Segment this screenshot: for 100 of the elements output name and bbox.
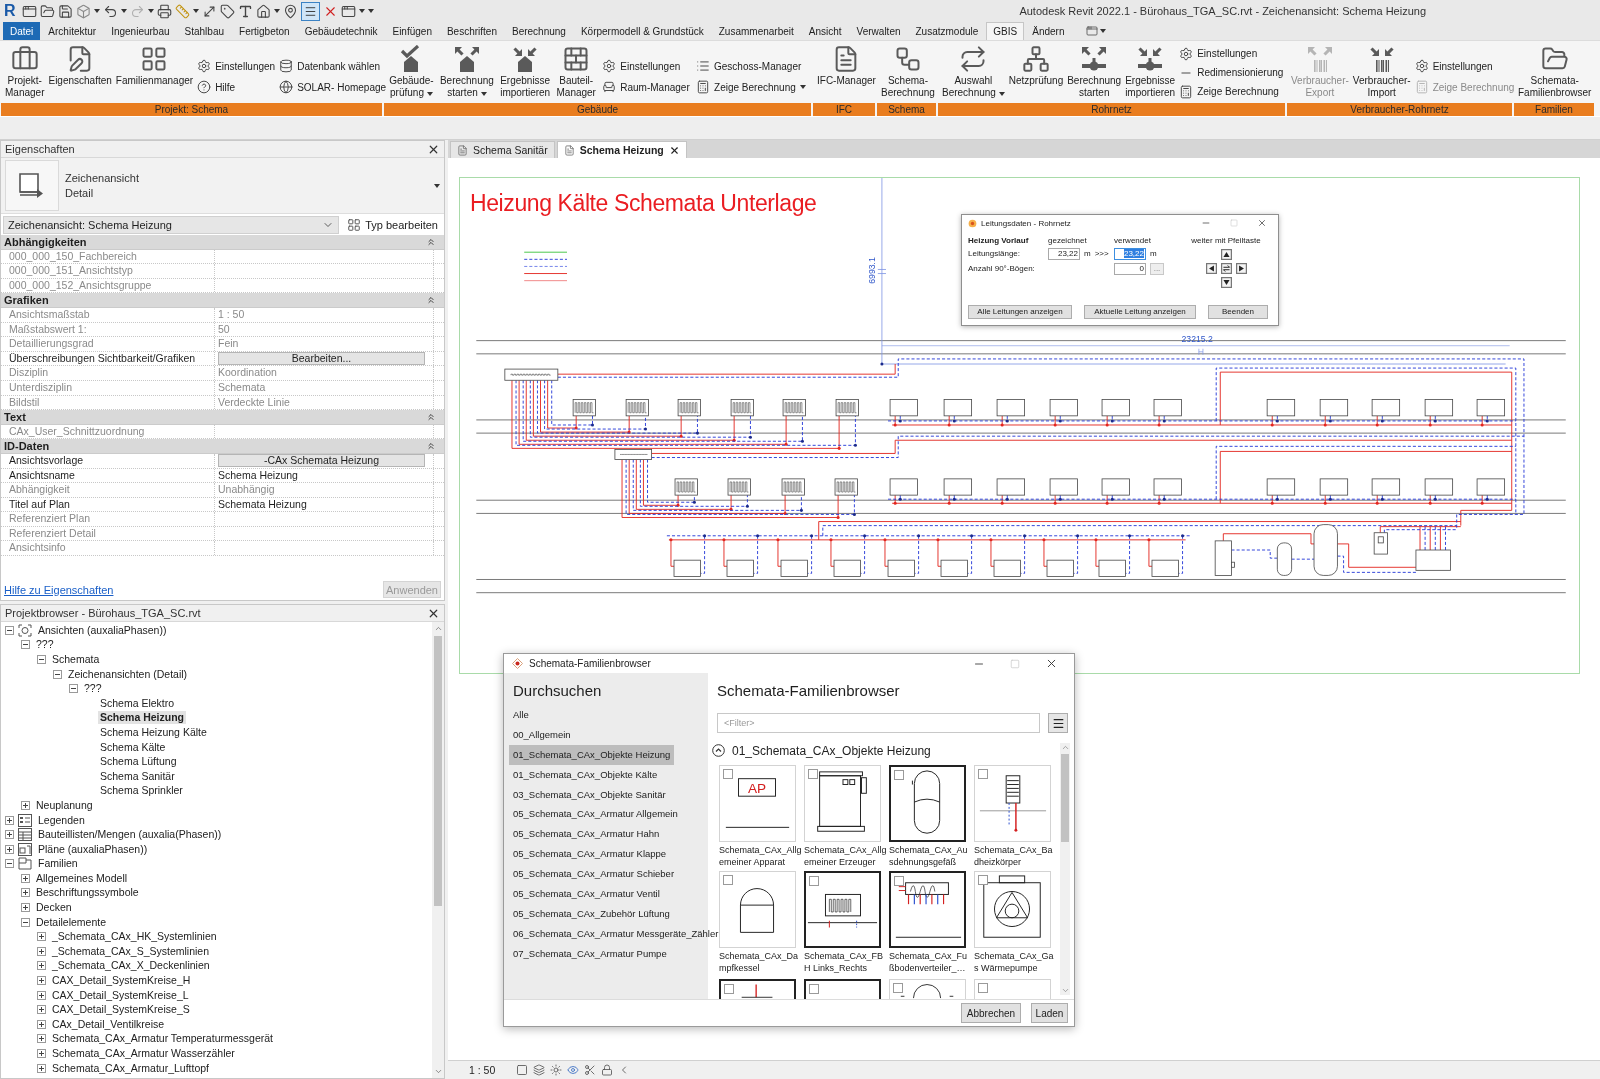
list-view-button[interactable] bbox=[1048, 713, 1068, 733]
tag-icon[interactable] bbox=[219, 3, 235, 19]
expand-toggle-icon[interactable] bbox=[37, 961, 46, 971]
undo-icon[interactable] bbox=[102, 3, 118, 19]
sun-icon[interactable] bbox=[550, 1064, 563, 1076]
save-icon[interactable] bbox=[57, 3, 73, 19]
drawing-canvas[interactable] bbox=[448, 158, 1600, 1060]
scissors-icon[interactable] bbox=[584, 1064, 597, 1076]
collapse-toggle-icon[interactable] bbox=[37, 655, 46, 664]
ribbon-button[interactable]: Ergebnisse importieren bbox=[1123, 43, 1178, 99]
text-icon[interactable] bbox=[237, 3, 253, 19]
category-item[interactable]: 01_Schemata_CAx_Objekte Kälte bbox=[509, 764, 662, 785]
up-arrow-icon[interactable] bbox=[1220, 249, 1232, 260]
family-tile[interactable] bbox=[889, 764, 966, 842]
tree-item[interactable]: CAX_Detail_SystemKreise_L bbox=[50, 988, 191, 1002]
app-logo[interactable]: R bbox=[4, 2, 16, 20]
collapse-icon[interactable] bbox=[426, 295, 436, 306]
ribbon-button[interactable]: Einstellungen bbox=[1412, 57, 1517, 75]
window-icon[interactable] bbox=[340, 3, 356, 19]
expand-toggle-icon[interactable] bbox=[37, 932, 46, 942]
ribbon-button[interactable]: Zeige Berechnung bbox=[1177, 83, 1286, 100]
tree-item[interactable]: Legenden bbox=[36, 813, 87, 827]
ribbon-button[interactable]: Netzprüfung bbox=[1006, 43, 1066, 87]
ribbon-tab[interactable]: Berechnung bbox=[505, 22, 573, 40]
caret-icon[interactable] bbox=[358, 9, 365, 13]
open-icon[interactable] bbox=[39, 3, 55, 19]
eye-icon[interactable] bbox=[567, 1064, 580, 1076]
right-arrow-icon[interactable] bbox=[1235, 263, 1247, 274]
group-header[interactable]: Text bbox=[1, 410, 444, 425]
view-tab[interactable]: Schema Sanitär bbox=[450, 141, 555, 158]
dialog-button[interactable]: Aktuelle Leitung anzeigen bbox=[1084, 305, 1196, 319]
category-item[interactable]: 01_Schemata_CAx_Objekte Heizung bbox=[509, 744, 675, 765]
ribbon-tab[interactable]: Einfügen bbox=[385, 22, 439, 40]
family-tile[interactable] bbox=[889, 870, 966, 948]
tree-item[interactable]: Schema Elektro bbox=[98, 696, 177, 710]
browse-button[interactable]: ... bbox=[1150, 262, 1164, 275]
expand-toggle-icon[interactable] bbox=[37, 1063, 46, 1073]
layers-icon[interactable] bbox=[533, 1064, 546, 1076]
tree-item[interactable]: _Schemata_CAx_HK_Systemlinien bbox=[50, 930, 219, 944]
caret-icon[interactable] bbox=[147, 9, 154, 13]
tree-item[interactable]: Schema Sprinkler bbox=[98, 784, 185, 798]
tree-item[interactable]: Beschriftungssymbole bbox=[34, 886, 141, 900]
ribbon-tab[interactable]: Zusatzmodule bbox=[908, 22, 986, 40]
checkbox-icon[interactable] bbox=[809, 983, 819, 994]
type-selector[interactable]: Zeichenansicht Detail bbox=[1, 158, 444, 214]
ribbon-button[interactable]: Raum-Manager bbox=[600, 78, 692, 96]
tree-item[interactable]: Familien bbox=[36, 857, 80, 871]
barcode-arrows-in-icon[interactable] bbox=[1367, 45, 1396, 73]
tree-item[interactable]: Allgemeines Modell bbox=[34, 871, 130, 885]
tree-item[interactable]: ??? bbox=[34, 638, 56, 652]
checkbox-icon[interactable] bbox=[723, 768, 733, 779]
ribbon-button[interactable]: Berechnung starten bbox=[1065, 43, 1124, 99]
settings-icon[interactable] bbox=[1414, 59, 1429, 73]
property-value[interactable]: Schemata bbox=[215, 380, 434, 395]
ribbon-button[interactable]: Eigenschaften bbox=[46, 43, 114, 87]
tree-item[interactable]: Schema Heizung Kälte bbox=[98, 725, 209, 739]
ribbon-tab[interactable]: Zusammenarbeit bbox=[711, 22, 801, 40]
collapse-toggle-icon[interactable] bbox=[5, 859, 14, 869]
category-item[interactable]: 06_Schemata_CAx_Armatur Messgeräte_Zähler bbox=[509, 923, 723, 944]
property-value[interactable]: Koordination bbox=[215, 366, 434, 380]
help-icon[interactable] bbox=[197, 80, 212, 94]
collapse-toggle-icon[interactable] bbox=[21, 917, 30, 927]
family-tile[interactable]: AP bbox=[719, 764, 796, 842]
ribbon-button[interactable]: SOLAR- Homepage bbox=[277, 78, 389, 96]
tree-item[interactable]: Detailelemente bbox=[34, 915, 109, 929]
tree-item[interactable]: Schemata_CAx_Armatur Wasserzähler bbox=[50, 1047, 237, 1060]
ribbon-tab[interactable]: Gebäudetechnik bbox=[297, 22, 385, 40]
tree-item[interactable]: Schema Kälte bbox=[98, 740, 168, 754]
dialog-button[interactable]: Laden bbox=[1031, 1003, 1068, 1023]
ribbon-button[interactable]: Redimensionierung bbox=[1177, 64, 1286, 81]
ribbon-button[interactable]: IFC-Manager bbox=[815, 43, 878, 87]
category-item[interactable]: 07_Schemata_CAx_Armatur Pumpe bbox=[509, 943, 671, 964]
property-value[interactable]: Verdeckte Linie bbox=[215, 395, 434, 410]
property-value[interactable]: Fein bbox=[215, 337, 434, 351]
tree-item[interactable]: Decken bbox=[34, 901, 74, 915]
category-item[interactable]: 05_Schemata_CAx_Zubehör Lüftung bbox=[509, 903, 674, 924]
window-icon[interactable] bbox=[21, 3, 37, 19]
checkbox-icon[interactable] bbox=[978, 768, 988, 779]
checkbox-icon[interactable] bbox=[978, 874, 988, 885]
settings-icon[interactable] bbox=[197, 59, 212, 73]
used-length-field[interactable]: 23,22 bbox=[1114, 247, 1146, 260]
category-item[interactable]: 05_Schemata_CAx_Armatur Schieber bbox=[509, 864, 679, 884]
expand-toggle-icon[interactable] bbox=[37, 946, 46, 956]
ribbon-button[interactable]: Schemata- Familienbrowser bbox=[1516, 43, 1594, 99]
category-item[interactable]: 05_Schemata_CAx_Armatur Klappe bbox=[509, 844, 671, 865]
expand-toggle-icon[interactable] bbox=[37, 1005, 46, 1015]
caret-icon[interactable] bbox=[799, 85, 806, 89]
tree-item[interactable]: Schema Heizung bbox=[98, 711, 187, 725]
family-tile[interactable] bbox=[804, 978, 881, 999]
ribbon-button[interactable]: Hilfe bbox=[195, 78, 278, 96]
house-arrows-out-icon[interactable] bbox=[452, 45, 481, 73]
category-item[interactable]: 05_Schemata_CAx_Armatur Ventil bbox=[509, 884, 664, 904]
settings-icon[interactable] bbox=[1179, 46, 1194, 61]
ribbon-tab[interactable]: Ansicht bbox=[801, 22, 849, 40]
expand-toggle-icon[interactable] bbox=[21, 800, 30, 810]
expand-toggle-icon[interactable] bbox=[37, 1019, 46, 1029]
dialog-button[interactable]: Alle Leitungen anzeigen bbox=[968, 305, 1072, 319]
expand-toggle-icon[interactable] bbox=[21, 888, 30, 898]
network-icon[interactable] bbox=[1021, 45, 1050, 73]
pipe-arrows-in-icon[interactable] bbox=[1136, 45, 1165, 73]
